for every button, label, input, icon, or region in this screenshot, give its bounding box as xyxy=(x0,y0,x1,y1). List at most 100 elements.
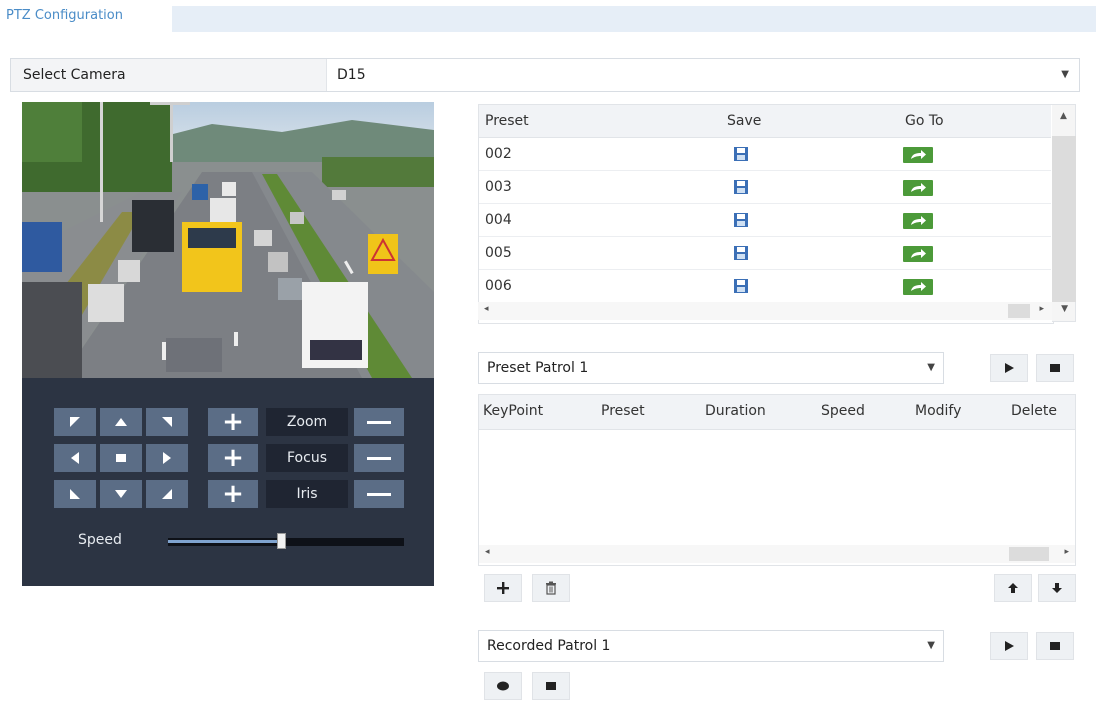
preset-row[interactable]: 006 xyxy=(479,270,1051,303)
page-title: PTZ Configuration xyxy=(6,8,123,23)
preset-patrol-value: Preset Patrol 1 xyxy=(487,360,589,376)
focus-far-button[interactable] xyxy=(354,444,404,472)
preset-id: 002 xyxy=(485,146,512,162)
preset-id: 004 xyxy=(485,212,512,228)
chevron-down-icon[interactable]: ▼ xyxy=(927,353,935,383)
speed-slider-thumb[interactable] xyxy=(277,533,287,549)
save-icon[interactable] xyxy=(733,146,749,162)
camera-select[interactable]: Select Camera D15 ▼ xyxy=(10,58,1080,92)
pan-left-button[interactable] xyxy=(54,444,96,472)
arrow-up-left-icon xyxy=(70,417,80,427)
stop-recording-button[interactable] xyxy=(532,672,570,700)
add-keypoint-button[interactable] xyxy=(484,574,522,602)
save-icon[interactable] xyxy=(733,179,749,195)
recorded-patrol-play-button[interactable] xyxy=(990,632,1028,660)
save-icon[interactable] xyxy=(733,278,749,294)
preset-table-vscroll-thumb[interactable] xyxy=(1052,136,1076,302)
camera-select-label: Select Camera xyxy=(11,59,327,91)
preset-id: 005 xyxy=(485,245,512,261)
start-recording-button[interactable] xyxy=(484,672,522,700)
preset-row[interactable]: 004 xyxy=(479,204,1051,237)
keypoint-table-header: KeyPoint Preset Duration Speed Modify De… xyxy=(479,395,1075,430)
keypoint-table-hscroll[interactable]: ◂ ▸ xyxy=(479,545,1075,563)
col-go-to: Go To xyxy=(905,113,944,129)
arrow-left-icon xyxy=(71,452,79,464)
arrow-right-icon xyxy=(163,452,171,464)
recorded-patrol-value: Recorded Patrol 1 xyxy=(487,638,611,654)
speed-label: Speed xyxy=(78,532,122,548)
pan-down-left-button[interactable] xyxy=(54,480,96,508)
tilt-down-button[interactable] xyxy=(100,480,142,508)
zoom-out-button[interactable] xyxy=(354,408,404,436)
save-icon[interactable] xyxy=(733,212,749,228)
preset-table-header: Preset Save Go To xyxy=(479,105,1051,138)
preset-row[interactable]: 002 xyxy=(479,138,1051,171)
arrow-down-right-icon xyxy=(162,489,172,499)
pan-down-right-button[interactable] xyxy=(146,480,188,508)
col-modify: Modify xyxy=(915,403,962,419)
scroll-right-icon[interactable]: ▸ xyxy=(1064,547,1069,557)
ptz-stop-button[interactable] xyxy=(100,444,142,472)
record-icon xyxy=(497,681,509,691)
trash-icon xyxy=(546,581,556,595)
stop-icon xyxy=(1050,364,1060,372)
focus-near-button[interactable]: + xyxy=(208,444,258,472)
chevron-down-icon[interactable]: ▼ xyxy=(1061,59,1069,91)
ptz-control-panel: + Zoom + Focus + Iris Speed xyxy=(22,378,434,586)
iris-label: Iris xyxy=(266,480,348,508)
pan-up-right-button[interactable] xyxy=(146,408,188,436)
col-speed: Speed xyxy=(821,403,865,419)
play-icon xyxy=(1005,363,1014,373)
preset-patrol-play-button[interactable] xyxy=(990,354,1028,382)
camera-select-value[interactable]: D15 xyxy=(337,59,366,91)
hscroll-thumb[interactable] xyxy=(1009,547,1049,561)
title-bar xyxy=(172,6,1096,32)
move-down-button[interactable] xyxy=(1038,574,1076,602)
preset-patrol-stop-button[interactable] xyxy=(1036,354,1074,382)
pan-right-button[interactable] xyxy=(146,444,188,472)
preset-row[interactable]: 005 xyxy=(479,237,1051,270)
tilt-up-button[interactable] xyxy=(100,408,142,436)
go-to-icon[interactable] xyxy=(903,246,933,262)
scroll-right-icon[interactable]: ▸ xyxy=(1039,304,1044,314)
col-preset: Preset xyxy=(601,403,645,419)
preset-patrol-select[interactable]: Preset Patrol 1 ▼ xyxy=(478,352,944,384)
save-icon[interactable] xyxy=(733,245,749,261)
arrow-up-icon xyxy=(115,418,127,426)
zoom-label: Zoom xyxy=(266,408,348,436)
recorded-patrol-stop-button[interactable] xyxy=(1036,632,1074,660)
hscroll-thumb[interactable] xyxy=(1008,304,1030,318)
scroll-left-icon[interactable]: ◂ xyxy=(485,547,490,557)
iris-close-button[interactable] xyxy=(354,480,404,508)
live-video-preview xyxy=(22,102,434,378)
move-up-button[interactable] xyxy=(994,574,1032,602)
preset-table-hscroll[interactable]: ◂ ▸ ▼ xyxy=(478,302,1068,320)
col-save: Save xyxy=(727,113,762,129)
col-duration: Duration xyxy=(705,403,766,419)
scroll-left-icon[interactable]: ◂ xyxy=(484,304,489,314)
go-to-icon[interactable] xyxy=(903,213,933,229)
pan-up-left-button[interactable] xyxy=(54,408,96,436)
preset-table: Preset Save Go To 002 003 004 005 006 xyxy=(478,104,1054,324)
preset-id: 003 xyxy=(485,179,512,195)
scroll-up-icon[interactable]: ▲ xyxy=(1052,105,1075,127)
preset-row[interactable]: 003 xyxy=(479,171,1051,204)
stop-icon xyxy=(1050,642,1060,650)
recorded-patrol-select[interactable]: Recorded Patrol 1 ▼ xyxy=(478,630,944,662)
stop-icon xyxy=(546,682,556,690)
arrow-up-right-icon xyxy=(162,417,172,427)
go-to-icon[interactable] xyxy=(903,147,933,163)
iris-open-button[interactable]: + xyxy=(208,480,258,508)
arrow-down-icon xyxy=(1052,583,1062,593)
arrow-down-icon xyxy=(115,490,127,498)
zoom-in-button[interactable]: + xyxy=(208,408,258,436)
scroll-down-icon[interactable]: ▼ xyxy=(1061,304,1068,314)
chevron-down-icon[interactable]: ▼ xyxy=(927,631,935,661)
go-to-icon[interactable] xyxy=(903,180,933,196)
plus-icon xyxy=(497,582,509,594)
col-keypoint: KeyPoint xyxy=(483,403,544,419)
preset-id: 006 xyxy=(485,278,512,294)
delete-keypoint-button[interactable] xyxy=(532,574,570,602)
arrow-up-icon xyxy=(1008,583,1018,593)
go-to-icon[interactable] xyxy=(903,279,933,295)
